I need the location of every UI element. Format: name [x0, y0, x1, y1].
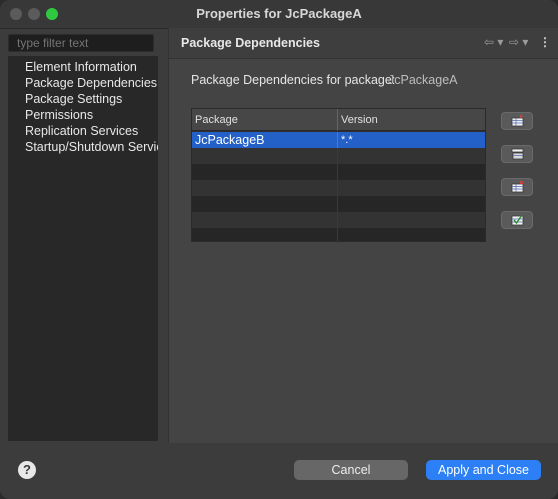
table-row-empty	[192, 148, 485, 164]
page-title: Package Dependencies	[181, 36, 320, 50]
table-row-empty	[192, 180, 485, 196]
cell-empty	[192, 212, 338, 228]
page-header: Package Dependencies ⇦ ▾ ⇨ ▾ ⋮	[169, 28, 558, 59]
table-row-empty	[192, 164, 485, 180]
cell-empty	[192, 228, 338, 241]
window-title: Properties for JcPackageA	[196, 6, 362, 21]
sidebar-item-replication-services[interactable]: Replication Services	[8, 123, 158, 139]
dialog-footer: ? Cancel Apply and Close	[0, 443, 558, 499]
property-page: Package Dependencies ⇦ ▾ ⇨ ▾ ⋮ Package D…	[168, 28, 558, 443]
validate-dependency-button[interactable]	[501, 211, 533, 229]
sidebar-item-startup-shutdown-services[interactable]: Startup/Shutdown Servic	[8, 139, 158, 155]
cell-empty	[192, 180, 338, 196]
remove-dependency-button[interactable]	[501, 178, 533, 196]
sidebar: Element Information Package Dependencies…	[8, 34, 158, 441]
table-row-empty	[192, 212, 485, 228]
cell-empty	[192, 148, 338, 164]
cell-version: *.*	[341, 134, 353, 146]
sidebar-item-element-information[interactable]: Element Information	[8, 59, 158, 75]
add-dependency-icon	[511, 115, 524, 127]
add-dependency-button[interactable]	[501, 112, 533, 130]
cancel-button[interactable]: Cancel	[294, 460, 408, 480]
property-page-tree: Element Information Package Dependencies…	[8, 56, 158, 441]
help-icon[interactable]: ?	[18, 461, 36, 479]
dependencies-table: Package Version JcPackageB *.*	[191, 108, 486, 242]
cell-empty	[192, 164, 338, 180]
validate-dependency-icon	[511, 214, 524, 226]
back-arrow-icon[interactable]: ⇦ ▾	[484, 35, 503, 49]
table-row-empty	[192, 228, 485, 241]
cell-package: JcPackageB	[192, 132, 338, 148]
cell-empty	[192, 196, 338, 212]
sidebar-item-package-dependencies[interactable]: Package Dependencies	[8, 75, 158, 91]
apply-and-close-button[interactable]: Apply and Close	[426, 460, 541, 480]
title-bar: Properties for JcPackageA	[0, 0, 558, 29]
sidebar-item-package-settings[interactable]: Package Settings	[8, 91, 158, 107]
package-name: JcPackageA	[388, 73, 458, 87]
view-menu-icon[interactable]: ⋮	[539, 35, 551, 49]
table-row[interactable]: JcPackageB *.*	[192, 132, 485, 148]
dependencies-label: Package Dependencies for package:	[191, 73, 396, 87]
filter-input[interactable]	[8, 34, 154, 52]
column-header-version[interactable]: Version	[338, 109, 485, 131]
table-row-empty	[192, 196, 485, 212]
properties-window: Properties for JcPackageA Element Inform…	[0, 0, 558, 499]
sidebar-item-permissions[interactable]: Permissions	[8, 107, 158, 123]
edit-dependency-icon	[511, 148, 524, 160]
column-header-package[interactable]: Package	[192, 109, 338, 131]
remove-dependency-icon	[511, 181, 524, 193]
edit-dependency-button[interactable]	[501, 145, 533, 163]
forward-arrow-icon[interactable]: ⇨ ▾	[509, 35, 528, 49]
